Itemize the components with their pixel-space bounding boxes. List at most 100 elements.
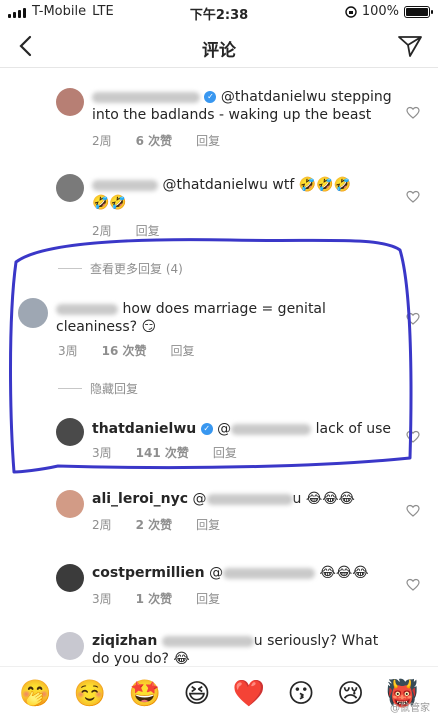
comment-text: ali_leroi_nyc @ u 😂😂😂 [92,490,402,508]
hide-replies[interactable]: 隐藏回复 [58,380,138,397]
emoji-button[interactable]: 🤭 [19,667,51,720]
reply-button[interactable]: 回复 [196,132,220,149]
watermark: @鼠管家 [390,703,430,714]
reply-button[interactable]: 回复 [171,342,195,359]
reply-button[interactable]: 回复 [136,222,160,239]
avatar[interactable] [18,298,48,328]
comment-emojis: 🤣🤣🤣 [298,177,352,193]
mention-suffix[interactable]: u [293,491,302,507]
comment-meta: 2周 回复 [92,222,160,239]
blurred-username [56,303,118,315]
blurred-mention [161,635,254,647]
heart-icon[interactable] [406,312,420,326]
reply-time: 3周 [58,344,78,358]
comment-time: 2周 [92,134,112,148]
comment-time: 2周 [92,518,112,532]
username-link[interactable]: ziqizhan [92,633,157,649]
mention-link[interactable]: @thatdanielwu [221,89,327,105]
likes-count[interactable]: 16 次赞 [102,342,147,359]
comment-body: stepping [330,89,392,105]
reply-button[interactable]: 回复 [213,444,237,461]
comment-body: wtf [272,177,295,193]
reply-button[interactable]: 回复 [196,590,220,607]
comment-item: ✓ @thatdanielwu stepping into the badlan… [0,80,438,152]
battery-icon [404,5,433,18]
battery-fill [406,7,428,16]
comment-item: @thatdanielwu wtf 🤣🤣🤣 🤣🤣 2周 回复 [0,168,438,240]
comment-body-line2: do you do? [92,651,169,667]
reply-meta: 3周 16 次赞 回复 [58,342,195,359]
divider-line [58,388,82,389]
username-link[interactable]: thatdanielwu [92,421,196,437]
mention-prefix[interactable]: @ [209,565,223,581]
blurred-mention [231,423,312,435]
avatar[interactable] [56,564,84,592]
avatar[interactable] [56,418,84,446]
comment-time: 2周 [92,224,112,238]
blurred-username [92,91,200,103]
likes-count[interactable]: 1 次赞 [136,590,173,607]
blurred-mention [206,493,293,505]
comment-item: costpermillien @ 😂😂😂 3周 1 次赞 回复 [0,560,438,616]
reply-body: lack of use [315,421,392,437]
comment-meta: 2周 2 次赞 回复 [92,516,220,533]
likes-count[interactable]: 6 次赞 [136,132,173,149]
heart-icon[interactable] [406,504,420,518]
heart-icon[interactable] [406,106,420,120]
page-title: 评论 [202,41,236,61]
comment-body: u seriously? What [253,633,379,649]
comment-emojis: 😂😂😂 [305,491,355,507]
emoji-button[interactable]: 🤩 [129,667,161,720]
blurred-username [92,179,158,191]
reply-body: how does marriage = genital [122,301,326,317]
avatar[interactable] [56,632,84,660]
heart-icon[interactable] [406,430,420,444]
emoji-button[interactable]: ☺️ [74,667,106,720]
comment-text: ziqizhan u seriously? What do you do? 😂 [92,632,402,668]
likes-count[interactable]: 141 次赞 [136,444,189,461]
emoji-button[interactable]: ❤️ [233,667,265,720]
reply-text: thatdanielwu ✓ @ lack of use [92,420,402,438]
mention-prefix[interactable]: @ [217,421,231,437]
reply-button[interactable]: 回复 [196,516,220,533]
username-link[interactable]: costpermillien [92,565,205,581]
mention-prefix[interactable]: @ [193,491,207,507]
battery-percent: 100% [361,4,399,19]
view-more-replies-label[interactable]: 查看更多回复 (4) [90,260,183,277]
comment-text: ✓ @thatdanielwu stepping into the badlan… [92,88,392,124]
comment-meta: 3周 1 次赞 回复 [92,590,220,607]
likes-count[interactable]: 2 次赞 [136,516,173,533]
orientation-lock-icon [345,5,357,18]
comment-body-line2: into the badlands - waking up the beast [92,107,372,123]
reply-emoji: 😏 [141,319,157,335]
reply-time: 3周 [92,446,112,460]
comment-meta: 2周 6 次赞 回复 [92,132,220,149]
verified-icon: ✓ [204,91,217,103]
heart-icon[interactable] [406,578,420,592]
hide-replies-label[interactable]: 隐藏回复 [90,380,138,397]
avatar[interactable] [56,490,84,518]
emoji-button[interactable]: 😆 [183,667,210,720]
comment-emojis: 😂 [173,651,190,667]
reply-item: thatdanielwu ✓ @ lack of use 3周 141 次赞 回… [0,412,438,468]
comment-time: 3周 [92,592,112,606]
divider-line [58,268,82,269]
heart-icon[interactable] [406,190,420,204]
emoji-button[interactable]: 😗 [288,667,315,720]
status-bar: T-Mobile LTE 下午2:38 100% [0,0,438,24]
reply-meta: 3周 141 次赞 回复 [92,444,237,461]
direct-send-icon[interactable] [396,32,424,60]
comment-text: costpermillien @ 😂😂😂 [92,564,402,582]
reply-text: how does marriage = genital cleaniness? … [56,300,376,336]
emoji-button[interactable]: 😢 [337,667,364,720]
username-link[interactable]: ali_leroi_nyc [92,491,188,507]
avatar[interactable] [56,88,84,116]
nav-bar: 评论 [0,24,438,68]
comment-emojis-line2: 🤣🤣 [92,195,127,211]
comment-item: ali_leroi_nyc @ u 😂😂😂 2周 2 次赞 回复 [0,486,438,542]
view-more-replies[interactable]: 查看更多回复 (4) [58,260,183,277]
comment-item: ziqizhan u seriously? What do you do? 😂 [0,630,438,670]
mention-link[interactable]: @thatdanielwu [162,177,268,193]
comment-text: @thatdanielwu wtf 🤣🤣🤣 🤣🤣 [92,176,392,212]
avatar[interactable] [56,174,84,202]
